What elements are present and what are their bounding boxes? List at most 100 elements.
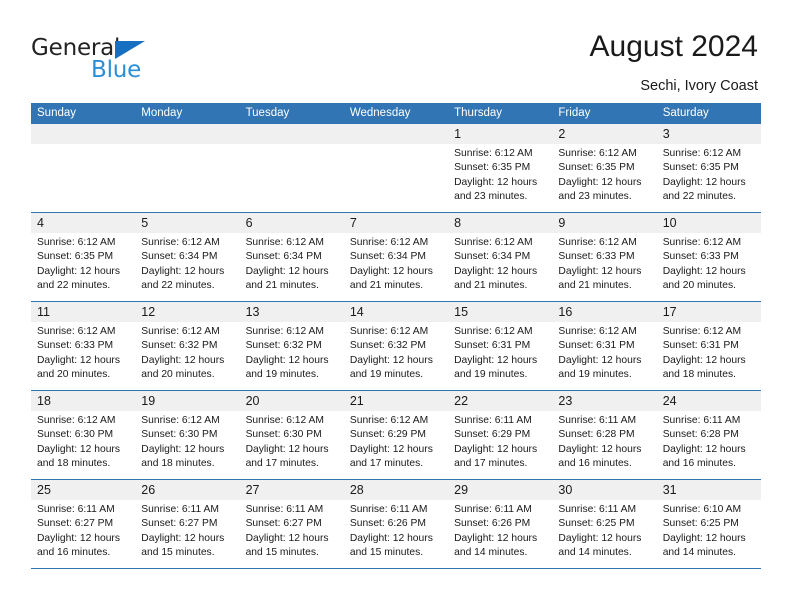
day-detail-line: Sunrise: 6:11 AM	[558, 415, 637, 426]
calendar-day-cell[interactable]: 5 Sunrise: 6:12 AM Sunset: 6:34 PM Daylight…	[135, 213, 240, 301]
day-number: 25	[37, 483, 51, 497]
day-detail-line: Sunset: 6:35 PM	[662, 162, 739, 174]
day-detail-line: and 15 minutes.	[141, 547, 215, 559]
day-detail-line: Daylight: 12 hours	[662, 532, 746, 544]
day-details: Sunrise: 6:12 AM Sunset: 6:32 PM Daylight:…	[344, 322, 448, 383]
day-number: 18	[37, 394, 51, 408]
calendar-day-cell[interactable]: 3 Sunrise: 6:12 AM Sunset: 6:35 PM Daylight…	[656, 124, 761, 212]
calendar-week-row: 18 Sunrise: 6:12 AM Sunset: 6:30 PM Dayligh…	[31, 391, 761, 480]
day-detail-line: Daylight: 12 hours	[662, 176, 746, 188]
calendar-day-cell[interactable]: 30 Sunrise: 6:11 AM Sunset: 6:25 PM Dayligh…	[552, 480, 657, 568]
day-details: Sunrise: 6:12 AM Sunset: 6:31 PM Daylight:…	[657, 322, 761, 383]
day-detail-line: and 19 minutes.	[558, 369, 632, 381]
calendar-day-cell[interactable]: 6 Sunrise: 6:12 AM Sunset: 6:34 PM Daylight…	[239, 213, 344, 301]
calendar-page: General Blue August 2024 Sechi, Ivory Co…	[0, 0, 792, 612]
calendar-day-cell[interactable]: 25 Sunrise: 6:11 AM Sunset: 6:27 PM Dayligh…	[31, 480, 136, 568]
calendar-day-cell[interactable]: 1 Sunrise: 6:12 AM Sunset: 6:35 PM Daylight…	[448, 124, 553, 212]
day-details: Sunrise: 6:12 AM Sunset: 6:34 PM Daylight:…	[135, 233, 239, 294]
calendar-day-cell[interactable]: 9 Sunrise: 6:12 AM Sunset: 6:33 PM Daylight…	[552, 213, 657, 301]
day-details: Sunrise: 6:12 AM Sunset: 6:33 PM Daylight:…	[552, 233, 656, 294]
day-detail-line: Sunset: 6:31 PM	[662, 340, 739, 352]
calendar-day-cell[interactable]: 16 Sunrise: 6:12 AM Sunset: 6:31 PM Dayligh…	[552, 302, 657, 390]
day-number-band: 12	[135, 302, 240, 322]
day-number: 1	[454, 127, 462, 141]
day-detail-line: Sunrise: 6:11 AM	[349, 504, 428, 515]
day-detail-line: Sunrise: 6:12 AM	[349, 415, 429, 426]
day-number: 29	[454, 483, 469, 497]
calendar-day-cell[interactable]: 11 Sunrise: 6:12 AM Sunset: 6:33 PM Dayligh…	[31, 302, 136, 390]
day-detail-line: Sunrise: 6:12 AM	[558, 326, 637, 337]
calendar-day-cell[interactable]: 2 Sunrise: 6:12 AM Sunset: 6:35 PM Daylight…	[552, 124, 657, 212]
calendar-day-cell[interactable]: 28 Sunrise: 6:11 AM Sunset: 6:26 PM Dayligh…	[343, 480, 449, 568]
calendar-day-cell[interactable]: 10 Sunrise: 6:12 AM Sunset: 6:33 PM Dayligh…	[656, 213, 761, 301]
calendar-day-cell[interactable]: 8 Sunrise: 6:12 AM Sunset: 6:34 PM Daylight…	[448, 213, 553, 301]
day-detail-line: Sunrise: 6:12 AM	[37, 326, 116, 337]
day-detail-line: Sunset: 6:27 PM	[37, 518, 114, 530]
day-detail-line: Daylight: 12 hours	[558, 176, 642, 188]
day-detail-line: Sunrise: 6:12 AM	[558, 148, 637, 159]
calendar-day-cell[interactable]: 15 Sunrise: 6:12 AM Sunset: 6:31 PM Dayligh…	[448, 302, 553, 390]
day-number-band: 30	[552, 480, 657, 500]
weekday-header-sunday: Sunday	[37, 107, 77, 119]
day-details: Sunrise: 6:11 AM Sunset: 6:27 PM Daylight:…	[31, 500, 135, 561]
day-detail-line: and 20 minutes.	[141, 369, 215, 381]
day-detail-line: Sunrise: 6:11 AM	[37, 504, 115, 515]
calendar-day-cell[interactable]: 7 Sunrise: 6:12 AM Sunset: 6:34 PM Daylight…	[343, 213, 449, 301]
day-details: Sunrise: 6:11 AM Sunset: 6:27 PM Daylight:…	[240, 500, 344, 561]
calendar-day-cell[interactable]: 23 Sunrise: 6:11 AM Sunset: 6:28 PM Dayligh…	[552, 391, 657, 479]
day-number-band: 27	[239, 480, 344, 500]
day-detail-line: and 18 minutes.	[141, 458, 215, 470]
day-details: Sunrise: 6:12 AM Sunset: 6:29 PM Daylight:…	[344, 411, 448, 472]
day-number-band: 19	[135, 391, 240, 411]
day-number: 13	[245, 305, 260, 319]
day-detail-line: Sunrise: 6:12 AM	[245, 326, 324, 337]
day-detail-line: Sunset: 6:32 PM	[245, 340, 322, 352]
day-detail-line: and 17 minutes.	[454, 458, 528, 470]
day-detail-line: Daylight: 12 hours	[349, 443, 433, 455]
day-details: Sunrise: 6:12 AM Sunset: 6:34 PM Daylight:…	[344, 233, 448, 294]
day-detail-line: Sunrise: 6:11 AM	[141, 504, 219, 515]
calendar-day-cell[interactable]: 14 Sunrise: 6:12 AM Sunset: 6:32 PM Dayligh…	[343, 302, 449, 390]
day-details: Sunrise: 6:12 AM Sunset: 6:32 PM Daylight:…	[240, 322, 344, 383]
calendar-day-cell[interactable]: 17 Sunrise: 6:12 AM Sunset: 6:31 PM Dayligh…	[656, 302, 761, 390]
brand-logo[interactable]: General Blue	[31, 36, 251, 88]
calendar-day-cell[interactable]: 21 Sunrise: 6:12 AM Sunset: 6:29 PM Dayligh…	[343, 391, 449, 479]
day-number: 16	[558, 305, 573, 319]
day-detail-line: and 22 minutes.	[662, 191, 736, 203]
day-number-band	[343, 124, 449, 144]
calendar-day-cell[interactable]: 31 Sunrise: 6:10 AM Sunset: 6:25 PM Dayligh…	[656, 480, 761, 568]
day-detail-line: Daylight: 12 hours	[37, 354, 120, 366]
calendar-day-cell-empty	[31, 124, 136, 212]
calendar-day-cell[interactable]: 12 Sunrise: 6:12 AM Sunset: 6:32 PM Dayligh…	[135, 302, 240, 390]
day-details: Sunrise: 6:11 AM Sunset: 6:28 PM Daylight:…	[657, 411, 761, 472]
calendar-day-cell[interactable]: 27 Sunrise: 6:11 AM Sunset: 6:27 PM Dayligh…	[239, 480, 344, 568]
day-detail-line: Daylight: 12 hours	[454, 532, 538, 544]
calendar-day-cell[interactable]: 22 Sunrise: 6:11 AM Sunset: 6:29 PM Dayligh…	[448, 391, 553, 479]
day-details: Sunrise: 6:12 AM Sunset: 6:35 PM Daylight:…	[657, 144, 761, 205]
calendar-day-cell[interactable]: 18 Sunrise: 6:12 AM Sunset: 6:30 PM Dayligh…	[31, 391, 136, 479]
day-detail-line: Sunrise: 6:12 AM	[141, 326, 220, 337]
page-title: August 2024	[589, 30, 758, 63]
day-detail-line: Daylight: 12 hours	[349, 532, 433, 544]
day-detail-line: and 15 minutes.	[245, 547, 319, 559]
day-number: 2	[558, 127, 566, 141]
calendar-day-cell[interactable]: 19 Sunrise: 6:12 AM Sunset: 6:30 PM Dayligh…	[135, 391, 240, 479]
day-details: Sunrise: 6:12 AM Sunset: 6:35 PM Daylight:…	[31, 233, 135, 294]
day-detail-line: Daylight: 12 hours	[558, 532, 642, 544]
day-details: Sunrise: 6:12 AM Sunset: 6:32 PM Daylight:…	[135, 322, 239, 383]
day-number: 24	[662, 394, 677, 408]
calendar-day-cell[interactable]: 4 Sunrise: 6:12 AM Sunset: 6:35 PM Daylight…	[31, 213, 136, 301]
day-detail-line: Sunrise: 6:10 AM	[662, 504, 742, 515]
day-detail-line: Daylight: 12 hours	[662, 265, 746, 277]
day-number: 7	[349, 216, 357, 230]
calendar-day-cell[interactable]: 26 Sunrise: 6:11 AM Sunset: 6:27 PM Dayligh…	[135, 480, 240, 568]
day-detail-line: Sunrise: 6:12 AM	[37, 415, 116, 426]
calendar-day-cell[interactable]: 20 Sunrise: 6:12 AM Sunset: 6:30 PM Dayligh…	[239, 391, 344, 479]
calendar-day-cell[interactable]: 13 Sunrise: 6:12 AM Sunset: 6:32 PM Dayligh…	[239, 302, 344, 390]
day-detail-line: Sunset: 6:31 PM	[454, 340, 531, 352]
day-number-band: 31	[656, 480, 761, 500]
day-detail-line: and 14 minutes.	[558, 547, 632, 559]
calendar-day-cell[interactable]: 29 Sunrise: 6:11 AM Sunset: 6:26 PM Dayligh…	[448, 480, 553, 568]
calendar-day-cell[interactable]: 24 Sunrise: 6:11 AM Sunset: 6:28 PM Dayligh…	[656, 391, 761, 479]
day-detail-line: and 21 minutes.	[349, 280, 424, 292]
